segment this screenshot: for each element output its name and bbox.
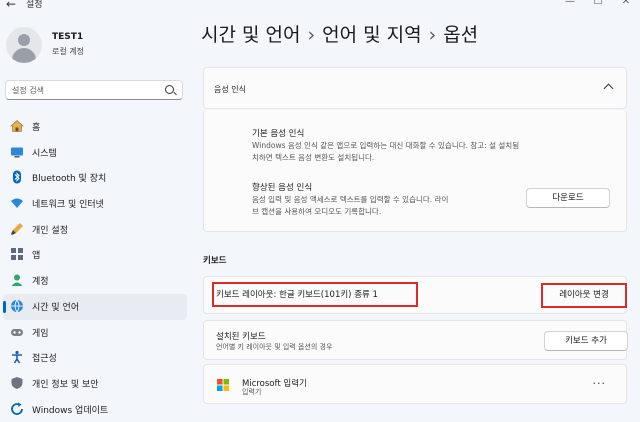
ime-type: 입력기: [242, 388, 262, 396]
accessibility-icon: [10, 350, 24, 364]
sidebar-item-label: Bluetooth 및 장치: [32, 174, 107, 185]
system-icon: [10, 145, 24, 159]
sidebar-item-personalization[interactable]: 개인 설정: [3, 217, 187, 243]
speech-section-title: 음성 인식: [214, 85, 246, 94]
add-keyboard-button[interactable]: 키보드 추가: [544, 331, 628, 351]
sidebar-item-label: 게임: [32, 328, 49, 339]
windows-update-icon: [10, 402, 24, 416]
chevron-right-icon: ›: [428, 24, 437, 46]
sidebar-nav: 홈 시스템 Bluetooth 및 장치 네트워크 및 인터넷 개인 설정 앱 …: [3, 114, 187, 422]
installed-keyboards-desc: 언어별 키 레이아웃 및 입력 옵션의 경우: [216, 343, 333, 351]
user-account-type: 로컬 계정: [52, 47, 84, 56]
breadcrumb-time-language[interactable]: 시간 및 언어: [201, 24, 300, 46]
enhanced-speech-desc-line1: 음성 입력 및 음성 액세스로 텍스트를 입력할 수 있습니다. 라이: [252, 195, 449, 204]
basic-speech-desc-line1: Windows 음성 인식 같은 앱으로 입력하는 대신 대화할 수 있습니다.…: [252, 141, 520, 150]
close-button[interactable]: ✕: [612, 0, 640, 7]
network-icon: [10, 196, 24, 210]
app-title: 설정: [26, 0, 43, 10]
enhanced-speech-title: 향상된 음성 인식: [252, 183, 313, 193]
basic-speech-desc-line2: 치하면 텍스트 음성 변환도 설치됩니다.: [252, 153, 375, 162]
avatar-head: [18, 34, 30, 46]
accounts-icon: [10, 273, 24, 287]
avatar: [6, 27, 42, 63]
breadcrumb: 시간 및 언어 › 언어 및 지역 › 옵션: [201, 20, 478, 47]
sidebar-item-label: 계정: [32, 277, 49, 288]
keyboard-section-title: 키보드: [203, 256, 227, 266]
personalization-icon: [10, 222, 24, 236]
basic-speech-title: 기본 음성 인식: [252, 129, 305, 139]
home-icon: [10, 119, 24, 133]
sidebar-item-home[interactable]: 홈: [3, 114, 187, 140]
speech-card-body: 기본 음성 인식 Windows 음성 인식 같은 앱으로 입력하는 대신 대화…: [203, 110, 627, 232]
search-box[interactable]: [5, 80, 183, 100]
avatar-body: [12, 48, 36, 63]
sidebar-item-label: 시간 및 언어: [32, 302, 80, 313]
window-controls: — ☐ ✕: [556, 0, 640, 7]
ime-card: Microsoft 입력기 입력기 ···: [203, 364, 627, 404]
sidebar-item-windows-update[interactable]: Windows 업데이트: [3, 397, 187, 422]
privacy-icon: [10, 376, 24, 390]
sidebar-item-bluetooth[interactable]: Bluetooth 및 장치: [3, 165, 187, 191]
time-language-icon: [10, 299, 24, 313]
sidebar-item-network[interactable]: 네트워크 및 인터넷: [3, 191, 187, 217]
gaming-icon: [10, 325, 24, 339]
title-bar: ← 설정 — ☐ ✕: [0, 0, 640, 14]
sidebar-item-label: 앱: [32, 251, 41, 262]
sidebar-item-privacy[interactable]: 개인 정보 및 보안: [3, 371, 187, 397]
enhanced-speech-desc: 음성 입력 및 음성 액세스로 텍스트를 입력할 수 있습니다. 라이 브 캡션…: [252, 194, 522, 218]
speech-card-header[interactable]: 음성 인식: [203, 67, 627, 109]
search-input[interactable]: [12, 84, 162, 96]
microsoft-logo-icon: [217, 379, 229, 391]
sidebar-item-label: 개인 정보 및 보안: [32, 379, 99, 390]
enhanced-speech-desc-line2: 브 캡션을 사용하여 오디오도 기록합니다.: [252, 207, 382, 216]
sidebar-item-gaming[interactable]: 게임: [3, 320, 187, 346]
sidebar-item-label: 네트워크 및 인터넷: [32, 200, 104, 211]
chevron-right-icon: ›: [307, 24, 316, 46]
sidebar-item-label: 시스템: [32, 148, 57, 159]
sidebar-item-apps[interactable]: 앱: [3, 242, 187, 268]
sidebar-item-label: 개인 설정: [32, 225, 68, 236]
minimize-button[interactable]: —: [556, 0, 584, 7]
breadcrumb-language-region[interactable]: 언어 및 지역: [322, 24, 421, 46]
change-layout-button[interactable]: 레이아웃 변경: [544, 286, 624, 305]
maximize-button[interactable]: ☐: [584, 0, 612, 7]
more-options-icon[interactable]: ···: [593, 377, 607, 390]
chevron-up-icon[interactable]: [603, 83, 614, 94]
back-arrow-icon[interactable]: ←: [6, 0, 16, 11]
sidebar-item-accessibility[interactable]: 접근성: [3, 345, 187, 371]
page-title: 옵션: [443, 24, 479, 46]
sidebar: TEST1 로컬 계정 홈 시스템 Bluetooth 및 장치 네트워크 및 …: [0, 14, 190, 416]
sidebar-item-label: 접근성: [32, 354, 57, 365]
apps-icon: [10, 247, 24, 261]
bluetooth-icon: [10, 170, 24, 184]
keyboard-layout-label: 키보드 레이아웃: 한글 키보드(101키) 종류 1: [216, 290, 378, 300]
sidebar-item-accounts[interactable]: 계정: [3, 268, 187, 294]
basic-speech-desc: Windows 음성 인식 같은 앱으로 입력하는 대신 대화할 수 있습니다.…: [252, 140, 622, 164]
search-icon[interactable]: [165, 85, 174, 94]
sidebar-item-system[interactable]: 시스템: [3, 140, 187, 166]
installed-keyboards-card: 설치된 키보드 언어별 키 레이아웃 및 입력 옵션의 경우 키보드 추가: [203, 320, 628, 360]
sidebar-item-time-language[interactable]: 시간 및 언어: [3, 293, 187, 320]
sidebar-item-label: 홈: [32, 123, 41, 133]
download-button[interactable]: 다운로드: [526, 188, 610, 208]
user-name: TEST1: [52, 32, 84, 42]
